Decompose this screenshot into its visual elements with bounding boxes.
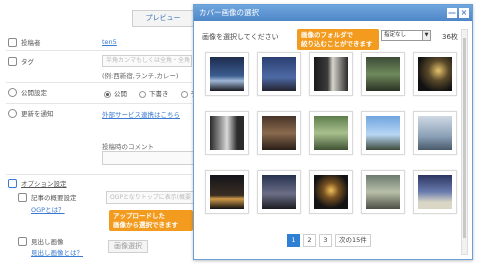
image-thumbnail[interactable] [205, 111, 249, 155]
publish-option-label: 下書き [149, 90, 169, 98]
image-thumbnail[interactable] [309, 170, 353, 214]
options-toggle[interactable]: オプション設定 [21, 178, 67, 188]
tags-row: タグ [8, 55, 34, 67]
author-value[interactable]: ten5 [102, 38, 117, 46]
image-thumbnail[interactable] [309, 52, 353, 96]
divider [6, 174, 192, 175]
image-thumbnail[interactable] [413, 170, 457, 214]
options-toggle-row[interactable]: オプション設定 [8, 177, 67, 189]
tower-photo [418, 116, 452, 150]
tags-example: (例:西新宿,ランチ,カレー) [102, 72, 179, 80]
radio-icon [180, 90, 188, 98]
publish-radio-group: 公開 下書き 予 [104, 88, 197, 98]
radio-icon [139, 90, 146, 98]
author-row: 投稿者 [8, 36, 41, 48]
image-thumbnail[interactable] [205, 170, 249, 214]
callout-line: アップロードした [113, 212, 165, 220]
share-icon [8, 108, 17, 118]
dusk-street-photo [262, 175, 296, 209]
blue-sky-photo [366, 116, 400, 150]
image-count: 36枚 [442, 33, 458, 41]
callout-line: 画像のフォルダで [301, 31, 353, 39]
image-icon [18, 236, 27, 246]
next-page-button[interactable]: 次の15件 [335, 234, 371, 247]
tags-input[interactable]: 半角カンマもしくは全角・全角 [102, 55, 192, 67]
page-button-1[interactable]: 1 [287, 234, 300, 247]
tags-label: タグ [21, 58, 34, 66]
page-button-3[interactable]: 3 [319, 234, 332, 247]
divider [6, 103, 192, 104]
minimize-icon[interactable]: — [447, 8, 457, 18]
dusk-sky-photo [262, 57, 296, 91]
comment-input[interactable] [102, 151, 194, 165]
folder-callout: 画像のフォルダで 絞り込むことができます [297, 29, 379, 50]
user-icon [8, 37, 17, 47]
tag-icon [8, 56, 17, 66]
comment-label: 投稿時のコメント [102, 143, 154, 151]
notify-row: 更新を通知 [8, 107, 54, 119]
minus-box-icon [8, 178, 17, 188]
night-lights-photo [418, 57, 452, 91]
divider [6, 82, 192, 83]
pagination: 1 2 3 次の15件 [287, 234, 371, 247]
publish-option-label: 公開 [114, 90, 127, 98]
image-thumbnail[interactable] [257, 170, 301, 214]
cover-label: 見出し画像 [31, 238, 64, 246]
summary-input[interactable]: OGPとなりトップに表示(概要 [106, 191, 194, 204]
image-thumbnail[interactable] [257, 111, 301, 155]
preview-button[interactable]: プレビュー [132, 10, 194, 27]
cover-image-dialog: カバー画像の選択 — × 画像を選択してください 指定なし ▼ 36枚 画像のフ… [193, 4, 473, 260]
notify-link[interactable]: 外部サービス連携はこちら [102, 109, 180, 119]
summary-label: 記事の概要設定 [31, 194, 77, 202]
image-thumbnail[interactable] [413, 111, 457, 155]
callout-line: 画像から選択できます [113, 220, 178, 229]
tree-photo [314, 116, 348, 150]
summary-help-link[interactable]: OGPとは？ [31, 204, 65, 214]
summary-row: 記事の概要設定 [18, 191, 77, 203]
chevron-down-icon: ▼ [422, 31, 430, 40]
callout-line: 絞り込むことができます [301, 39, 373, 48]
indoor-photo [262, 116, 296, 150]
dialog-instruction: 画像を選択してください [202, 33, 279, 41]
image-thumbnail[interactable] [361, 170, 405, 214]
folder-filter-value: 指定なし [384, 32, 407, 38]
garden-photo [366, 57, 400, 91]
publish-row: 公開設定 [8, 86, 47, 98]
image-thumbnail[interactable] [309, 111, 353, 155]
author-label: 投稿者 [21, 39, 41, 47]
scrollbar-thumb[interactable] [463, 38, 466, 238]
image-thumbnail[interactable] [413, 52, 457, 96]
lantern-photo [314, 175, 348, 209]
image-thumbnail[interactable] [257, 52, 301, 96]
dialog-title: カバー画像の選択 [199, 8, 259, 17]
radio-icon [104, 90, 111, 98]
window-grid-photo [210, 116, 244, 150]
gate-photo [366, 175, 400, 209]
document-icon [18, 192, 27, 202]
image-thumbnail[interactable] [361, 52, 405, 96]
dark-room-photo [314, 57, 348, 91]
cover-help-link[interactable]: 見出し画像とは？ [31, 247, 83, 257]
close-icon[interactable]: × [459, 8, 469, 18]
select-image-button[interactable]: 画像選択 [108, 240, 148, 253]
cover-row: 見出し画像 [18, 235, 64, 247]
station-photo [418, 175, 452, 209]
dialog-titlebar[interactable]: カバー画像の選択 — × [194, 5, 472, 21]
folder-filter-select[interactable]: 指定なし ▼ [381, 30, 431, 41]
publish-option-draft[interactable]: 下書き [139, 88, 169, 98]
night-sky-photo [210, 57, 244, 91]
clock-icon [8, 87, 17, 97]
divider [6, 50, 192, 51]
street-night-photo [210, 175, 244, 209]
image-thumbnail[interactable] [205, 52, 249, 96]
publish-label: 公開設定 [21, 89, 47, 97]
upload-callout: アップロードした 画像から選択できます [109, 210, 193, 231]
scrollbar[interactable] [461, 29, 468, 255]
page-button-2[interactable]: 2 [303, 234, 316, 247]
notify-label: 更新を通知 [21, 110, 54, 118]
publish-option-public[interactable]: 公開 [104, 88, 127, 98]
image-thumbnail[interactable] [361, 111, 405, 155]
